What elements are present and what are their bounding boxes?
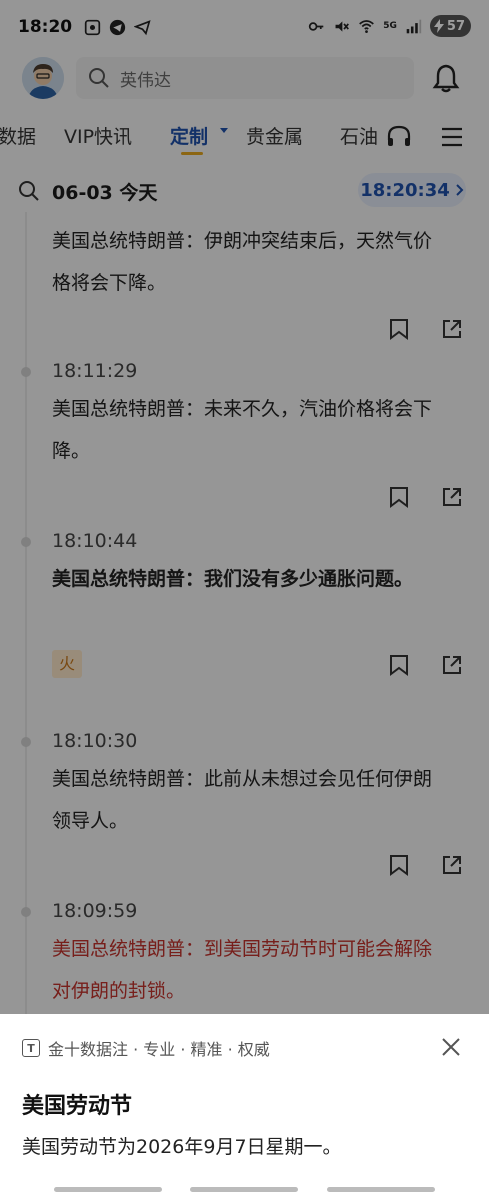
nav-gesture-bar[interactable] — [54, 1187, 162, 1192]
sheet-source: T 金十数据注 · 专业 · 精准 · 权威 — [22, 1036, 270, 1060]
modal-backdrop[interactable] — [0, 0, 489, 1014]
nav-gesture-bar[interactable] — [190, 1187, 298, 1192]
text-note-icon: T — [22, 1039, 40, 1057]
sheet-title: 美国劳动节 — [22, 1094, 133, 1119]
sheet-body: 美国劳动节为2026年9月7日星期一。 — [22, 1136, 342, 1158]
info-bottom-sheet: T 金十数据注 · 专业 · 精准 · 权威 美国劳动节 美国劳动节为2026年… — [0, 1014, 489, 1200]
source-label: 金十数据注 · 专业 · 精准 · 权威 — [48, 1040, 270, 1059]
nav-gesture-bar[interactable] — [327, 1187, 435, 1192]
close-icon[interactable] — [440, 1036, 462, 1058]
